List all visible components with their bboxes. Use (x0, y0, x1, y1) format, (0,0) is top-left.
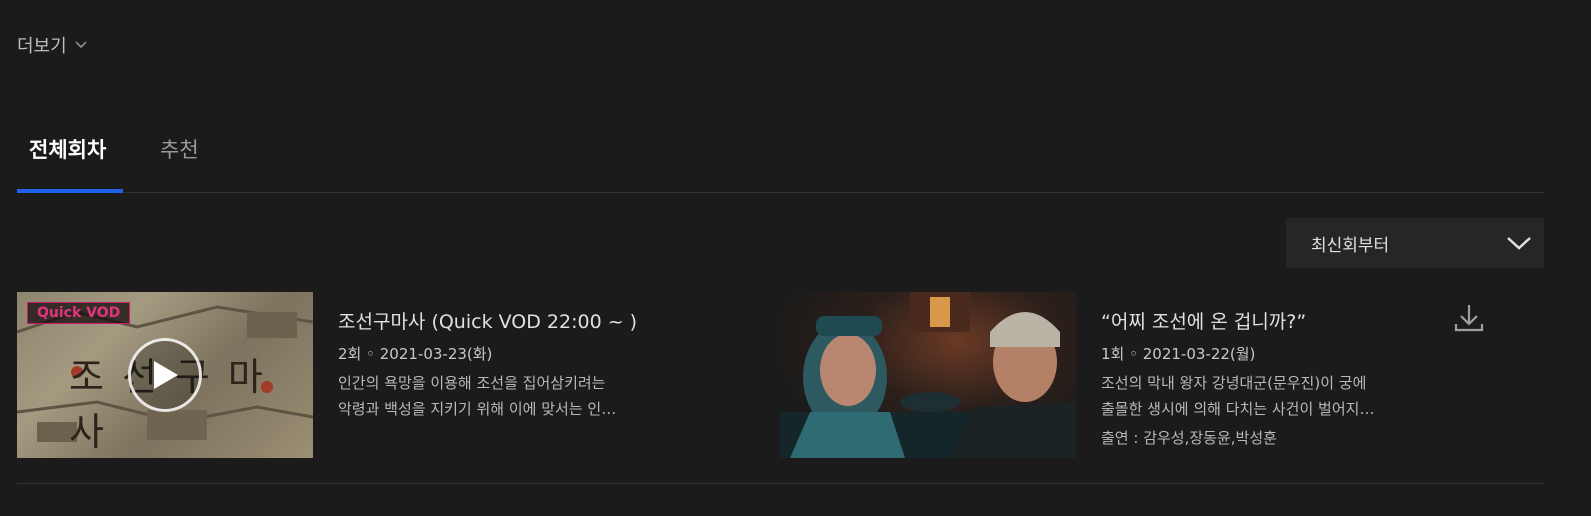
sort-selected: 최신회부터 (1311, 235, 1390, 256)
episode-title[interactable]: “어찌 조선에 온 겁니까?” (1101, 307, 1306, 334)
play-icon (154, 361, 178, 389)
episode-title[interactable]: 조선구마사 (Quick VOD 22:00 ~ ) (338, 307, 637, 334)
episode-cast: 출연 : 감우성,장동윤,박성훈 (1101, 429, 1277, 447)
download-icon (1454, 305, 1484, 332)
play-button[interactable] (128, 338, 202, 412)
sort-dropdown[interactable]: 최신회부터 (1286, 218, 1544, 268)
description-line: 출몰한 생시에 의해 다치는 사건이 벌어지… (1101, 400, 1375, 418)
episode-meta: 1회 ◦ 2021-03-22(월) (1101, 345, 1256, 363)
description-line: 인간의 욕망을 이용해 조선을 집어삼키려는 (338, 374, 606, 392)
drama-still-image (780, 292, 1076, 458)
tab-bar: 전체회차 추천 (17, 122, 1544, 193)
chevron-down-icon (1507, 237, 1531, 250)
episode-meta: 2회 ◦ 2021-03-23(화) (338, 345, 493, 363)
more-label: 더보기 (17, 36, 67, 57)
active-tab-indicator (17, 189, 123, 193)
description-line: 조선의 막내 왕자 강녕대군(문우진)이 궁에 (1101, 374, 1367, 392)
description-line: 악령과 백성을 지키기 위해 이에 맞서는 인… (338, 400, 617, 418)
download-button[interactable] (1453, 302, 1485, 334)
chevron-down-icon (75, 41, 87, 49)
episode-thumbnail[interactable] (780, 292, 1076, 458)
tab-all-episodes[interactable]: 전체회차 (29, 134, 106, 164)
episode-description: 조선의 막내 왕자 강녕대군(문우진)이 궁에 출몰한 생시에 의해 다치는 사… (1101, 370, 1421, 422)
episode-description: 인간의 욕망을 이용해 조선을 집어삼키려는 악령과 백성을 지키기 위해 이에… (338, 370, 658, 422)
quick-vod-badge: Quick VOD (27, 302, 131, 324)
more-button[interactable]: 더보기 (17, 32, 87, 58)
episode-thumbnail[interactable]: 조선구마사 Quick VOD (17, 292, 313, 458)
tab-recommended[interactable]: 추천 (160, 134, 199, 164)
divider (17, 483, 1544, 484)
